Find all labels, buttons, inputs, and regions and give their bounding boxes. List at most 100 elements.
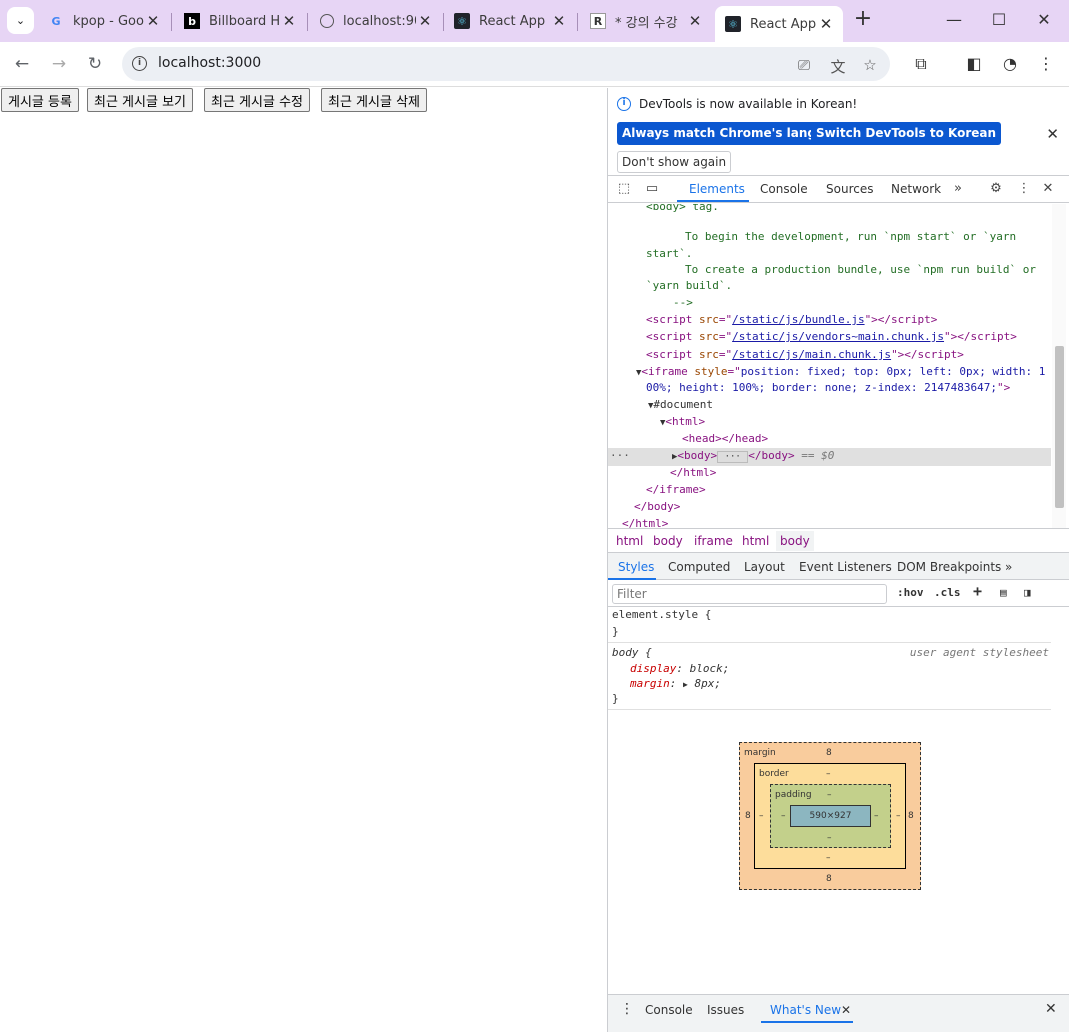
tab-layout[interactable]: Layout xyxy=(744,560,785,574)
border-top-value[interactable]: – xyxy=(826,769,831,779)
new-style-rule-icon[interactable]: + xyxy=(973,582,982,600)
view-recent-post-button[interactable]: 최근 게시글 보기 xyxy=(87,88,193,112)
close-window-icon[interactable]: ✕ xyxy=(1034,10,1054,29)
close-icon[interactable]: ✕ xyxy=(686,12,704,30)
kebab-menu-icon[interactable]: ⋮ xyxy=(1015,181,1033,196)
border-bottom-value[interactable]: – xyxy=(826,853,831,863)
drawer-tab-console[interactable]: Console xyxy=(645,1003,693,1017)
close-icon[interactable]: ✕ xyxy=(817,15,835,33)
tab-dom-breakpoints[interactable]: DOM Breakpoints xyxy=(897,560,1001,574)
breadcrumb-html[interactable]: html xyxy=(616,534,643,548)
border-right-value[interactable]: – xyxy=(896,811,901,821)
tab-network[interactable]: Network xyxy=(891,182,941,196)
browser-tab-0[interactable]: G kpop - Goo ✕ xyxy=(38,6,170,36)
close-icon[interactable]: ✕ xyxy=(550,12,568,30)
cls-toggle[interactable]: .cls xyxy=(934,586,961,599)
browser-tab-3[interactable]: ⚛ React App ✕ xyxy=(444,6,576,36)
side-panel-icon[interactable]: ◧ xyxy=(963,54,985,73)
delete-recent-post-button[interactable]: 최근 게시글 삭제 xyxy=(321,88,427,112)
margin-right-value[interactable]: 8 xyxy=(908,811,914,821)
box-model-content[interactable]: 590×927 xyxy=(790,805,871,827)
margin-declaration[interactable]: margin: ▶ 8px; xyxy=(630,677,721,690)
more-tabs-icon[interactable]: » xyxy=(1005,560,1012,574)
address-url[interactable]: localhost:3000 xyxy=(158,55,261,71)
close-icon[interactable]: ✕ xyxy=(1046,125,1059,143)
install-app-icon[interactable]: ⎚ xyxy=(794,56,814,74)
dont-show-again-button[interactable]: Don't show again xyxy=(617,151,732,173)
breadcrumb-iframe[interactable]: iframe xyxy=(694,534,733,548)
dom-node-body-selected[interactable]: ▶<body> ··· </body> == $0 xyxy=(672,449,834,463)
browser-tab-2[interactable]: localhost:90 ✕ xyxy=(310,6,442,36)
paint-brush-icon[interactable]: ▤ xyxy=(1000,586,1007,599)
browser-tab-4[interactable]: R * 강의 수강 ✕ xyxy=(580,6,712,36)
back-icon[interactable]: ← xyxy=(12,54,32,74)
dom-node-head[interactable]: <head></head> xyxy=(682,432,768,445)
dom-node-document[interactable]: ▼#document xyxy=(648,398,713,411)
device-toolbar-icon[interactable]: ▭ xyxy=(643,181,661,196)
breadcrumb-body[interactable]: body xyxy=(653,534,683,548)
dom-node-script[interactable]: <script src="/static/js/main.chunk.js"><… xyxy=(646,348,964,361)
breadcrumb-body-selected[interactable]: body xyxy=(776,531,814,551)
tab-event-listeners[interactable]: Event Listeners xyxy=(799,560,892,574)
elements-scrollbar[interactable] xyxy=(1052,204,1066,528)
inspect-element-icon[interactable]: ⬚ xyxy=(615,181,633,196)
minimize-icon[interactable]: — xyxy=(944,10,964,29)
drawer-menu-icon[interactable]: ⋮ xyxy=(620,1001,634,1017)
script-src-link[interactable]: /static/js/bundle.js xyxy=(732,313,864,326)
dom-node-html[interactable]: ▼<html> xyxy=(660,415,705,428)
hov-toggle[interactable]: :hov xyxy=(897,586,924,599)
address-bar[interactable]: i localhost:3000 ⎚ 文 ☆ xyxy=(122,47,890,81)
close-icon[interactable]: ✕ xyxy=(144,12,162,30)
more-tabs-icon[interactable]: » xyxy=(949,181,967,196)
tab-computed[interactable]: Computed xyxy=(668,560,730,574)
close-drawer-icon[interactable]: ✕ xyxy=(1045,1001,1057,1017)
tab-elements[interactable]: Elements xyxy=(689,182,745,196)
close-icon[interactable]: ✕ xyxy=(416,12,434,30)
padding-top-value[interactable]: – xyxy=(827,790,832,800)
close-icon[interactable]: ✕ xyxy=(280,12,298,30)
edit-recent-post-button[interactable]: 최근 게시글 수정 xyxy=(204,88,310,112)
extensions-icon[interactable]: ⧉ xyxy=(910,54,932,74)
bookmark-star-icon[interactable]: ☆ xyxy=(860,56,880,74)
new-tab-button[interactable]: + xyxy=(852,8,874,31)
translate-icon[interactable]: 文 xyxy=(828,56,848,77)
dom-node-script[interactable]: <script src="/static/js/vendors~main.chu… xyxy=(646,330,1017,343)
forward-icon[interactable]: → xyxy=(49,54,69,74)
styles-filter-input[interactable]: Filter xyxy=(612,584,887,604)
profile-icon[interactable]: ◔ xyxy=(999,54,1021,73)
tab-sources[interactable]: Sources xyxy=(826,182,873,196)
border-left-value[interactable]: – xyxy=(759,811,764,821)
reload-icon[interactable]: ↻ xyxy=(85,54,105,74)
site-info-icon[interactable]: i xyxy=(132,56,147,71)
close-icon[interactable]: ✕ xyxy=(1039,181,1057,196)
toggle-sidebar-icon[interactable]: ◨ xyxy=(1024,586,1031,599)
dom-node-script[interactable]: <script src="/static/js/bundle.js"></scr… xyxy=(646,313,937,326)
maximize-icon[interactable]: ☐ xyxy=(989,10,1009,29)
margin-left-value[interactable]: 8 xyxy=(745,811,751,821)
tab-console[interactable]: Console xyxy=(760,182,808,196)
drawer-tab-issues[interactable]: Issues xyxy=(707,1003,744,1017)
padding-label: padding xyxy=(775,790,812,800)
create-post-button[interactable]: 게시글 등록 xyxy=(1,88,79,112)
scroll-thumb[interactable] xyxy=(1055,346,1064,508)
breadcrumb-html[interactable]: html xyxy=(742,534,769,548)
tab-search-button[interactable]: ⌄ xyxy=(7,7,34,34)
dom-node-iframe[interactable]: ▼<iframe style="position: fixed; top: 0p… xyxy=(636,365,1045,378)
close-icon[interactable]: ✕ xyxy=(841,1003,851,1017)
display-declaration[interactable]: display: block; xyxy=(630,662,729,675)
switch-korean-button[interactable]: Switch DevTools to Korean xyxy=(811,122,1002,145)
menu-kebab-icon[interactable]: ⋮ xyxy=(1035,54,1057,73)
node-options-icon[interactable]: ··· xyxy=(610,449,630,462)
browser-tab-5[interactable]: ⚛ React App ✕ xyxy=(715,6,843,42)
padding-left-value[interactable]: – xyxy=(781,811,786,821)
browser-tab-1[interactable]: b Billboard Ho ✕ xyxy=(174,6,306,36)
gear-icon[interactable]: ⚙ xyxy=(987,181,1005,196)
drawer-tab-whats-new[interactable]: What's New xyxy=(770,1003,841,1017)
script-src-link[interactable]: /static/js/vendors~main.chunk.js xyxy=(732,330,944,343)
margin-top-value[interactable]: 8 xyxy=(826,748,832,758)
tab-styles[interactable]: Styles xyxy=(618,560,654,574)
padding-bottom-value[interactable]: – xyxy=(827,833,832,843)
padding-right-value[interactable]: – xyxy=(874,811,879,821)
margin-bottom-value[interactable]: 8 xyxy=(826,874,832,884)
script-src-link[interactable]: /static/js/main.chunk.js xyxy=(732,348,891,361)
